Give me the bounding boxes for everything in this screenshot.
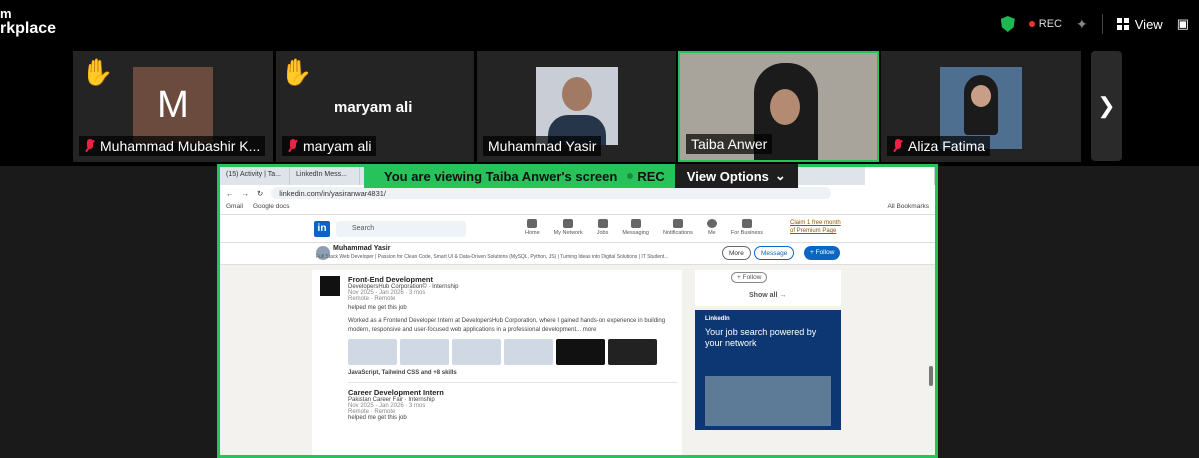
participant-tile[interactable]: Muhammad Yasir [477, 51, 676, 162]
browser-tab[interactable]: LinkedIn Mess... [290, 167, 360, 185]
profile-headline: Full Stack Web Developer | Passion for C… [316, 254, 669, 260]
search-input[interactable]: Search [336, 221, 466, 237]
recording-indicator: REC [1028, 18, 1063, 30]
more-button[interactable]: More [722, 246, 751, 260]
participant-strip: ✋ M Muhammad Mubashir K... ✋ maryam ali … [0, 48, 1199, 166]
raised-hand-icon: ✋ [280, 57, 313, 87]
banner-rec-label: REC [637, 168, 665, 184]
linkedin-page: in Search Home My Network Jobs Messaging… [220, 215, 935, 455]
rec-label: REC [1038, 18, 1063, 30]
rec-dot-icon [1028, 21, 1035, 27]
experience-title[interactable]: Career Development Intern [348, 388, 678, 397]
participant-name-label: Aliza Fatima [908, 138, 986, 154]
follow-small-button[interactable]: + Follow [731, 272, 768, 283]
browser-tab-active[interactable] [865, 167, 935, 185]
app-brand: m rkplace [0, 6, 57, 37]
premium-link[interactable]: Claim 1 free month of Premium Page [790, 219, 842, 235]
experience-card: Front-End Development DevelopersHub Corp… [312, 270, 682, 455]
shield-icon[interactable] [1000, 16, 1015, 32]
bookmarks-bar: Gmail Google docs All Bookmarks [220, 201, 935, 215]
experience-location: Remote · Remote [348, 296, 396, 302]
linkedin-logo-icon[interactable]: in [314, 221, 330, 237]
viewing-banner: You are viewing Taiba Anwer's screen REC… [364, 164, 798, 188]
experience-description: Worked as a Frontend Developer Intern at… [348, 318, 666, 333]
grid-icon [1116, 18, 1129, 30]
view-options-button[interactable]: View Options ⌄ [674, 164, 798, 188]
brand-line2: rkplace [0, 20, 57, 37]
shared-screen[interactable]: (15) Activity | Ta... LinkedIn Mess... ←… [217, 164, 938, 458]
ad-brand: LinkedIn [705, 316, 730, 322]
forward-icon[interactable]: → [242, 189, 250, 198]
raised-hand-icon: ✋ [81, 57, 114, 87]
chevron-right-icon: ❯ [1097, 93, 1116, 118]
participant-name-label: maryam ali [303, 138, 372, 154]
participant-name: Aliza Fatima [887, 136, 991, 156]
reload-icon[interactable]: ↻ [257, 189, 263, 198]
ad-image [705, 376, 831, 426]
scrollbar[interactable] [929, 366, 933, 386]
view-button[interactable]: View [1116, 16, 1163, 32]
company-logo [320, 276, 340, 296]
banner-rec: REC [627, 169, 674, 184]
media-thumbnails[interactable] [348, 339, 678, 365]
experience-skills[interactable]: JavaScript, Tailwind CSS and +8 skills [348, 370, 678, 376]
participant-tile[interactable]: Aliza Fatima [881, 51, 1081, 162]
all-bookmarks[interactable]: All Bookmarks [887, 203, 929, 212]
participant-name: Taiba Anwer [686, 134, 773, 154]
message-button[interactable]: Message [754, 246, 795, 260]
nav-my-network[interactable]: My Network [554, 219, 583, 236]
ad-headline: Your job search powered by your network [705, 327, 817, 348]
participant-tile[interactable]: ✋ M Muhammad Mubashir K... [73, 51, 273, 162]
view-label: View [1134, 16, 1163, 32]
mic-off-icon [287, 139, 299, 153]
profile-sticky-bar: Muhammad Yasir Full Stack Web Developer … [220, 243, 935, 265]
url-field[interactable]: linkedin.com/in/yasiranwar4831/ [271, 187, 832, 199]
screen-icon[interactable]: ▣ [1177, 16, 1189, 32]
chevron-down-icon: ⌄ [774, 168, 786, 183]
participant-name-label: Muhammad Mubashir K... [100, 138, 261, 154]
participant-name: maryam ali [282, 136, 377, 156]
participant-tile-active[interactable]: Taiba Anwer [678, 51, 879, 162]
linkedin-nav: in Search Home My Network Jobs Messaging… [220, 215, 935, 243]
side-card: + Follow Show all → [695, 270, 841, 306]
back-icon[interactable]: ← [226, 189, 234, 198]
viewing-banner-text: You are viewing Taiba Anwer's screen [384, 168, 618, 184]
browser-tab[interactable]: (15) Activity | Ta... [220, 167, 290, 185]
view-options-label: View Options [686, 168, 769, 184]
nav-me[interactable]: Me [706, 219, 717, 236]
experience-title[interactable]: Front-End Development [348, 275, 678, 284]
profile-name: Muhammad Yasir [333, 245, 391, 252]
nav-messaging[interactable]: Messaging [622, 219, 649, 236]
participant-photo [536, 67, 618, 145]
helped-badge: helped me get this job [348, 305, 407, 311]
nav-home[interactable]: Home [525, 219, 540, 236]
bookmark-google-docs[interactable]: Google docs [253, 203, 290, 212]
divider [1101, 14, 1103, 34]
nav-for-business[interactable]: For Business [731, 219, 763, 236]
participant-name: Muhammad Yasir [483, 136, 602, 156]
nav-notifications[interactable]: Notifications [663, 219, 693, 236]
follow-button[interactable]: + Follow [804, 246, 841, 260]
next-page-button[interactable]: ❯ [1091, 51, 1122, 161]
top-bar: m rkplace REC ✦ View ▣ [0, 0, 1199, 48]
show-all-link[interactable]: Show all → [749, 292, 786, 299]
participant-tile[interactable]: ✋ maryam ali maryam ali [276, 51, 474, 162]
mic-off-icon [892, 139, 904, 153]
participant-name: Muhammad Mubashir K... [79, 136, 266, 156]
sparkle-icon[interactable]: ✦ [1076, 16, 1088, 33]
bookmark-gmail[interactable]: Gmail [226, 203, 243, 212]
nav-jobs[interactable]: Jobs [597, 219, 608, 236]
participant-name-label: Muhammad Yasir [488, 138, 597, 154]
mic-off-icon [84, 139, 96, 153]
participant-display-name: maryam ali [334, 99, 413, 116]
avatar: M [133, 67, 213, 143]
helped-badge: helped me get this job [348, 415, 407, 421]
rec-dot-icon [627, 173, 634, 179]
brand-line1: m [0, 6, 12, 21]
ad-banner[interactable]: LinkedIn Your job search powered by your… [695, 310, 841, 430]
participant-name-label: Taiba Anwer [691, 136, 768, 152]
